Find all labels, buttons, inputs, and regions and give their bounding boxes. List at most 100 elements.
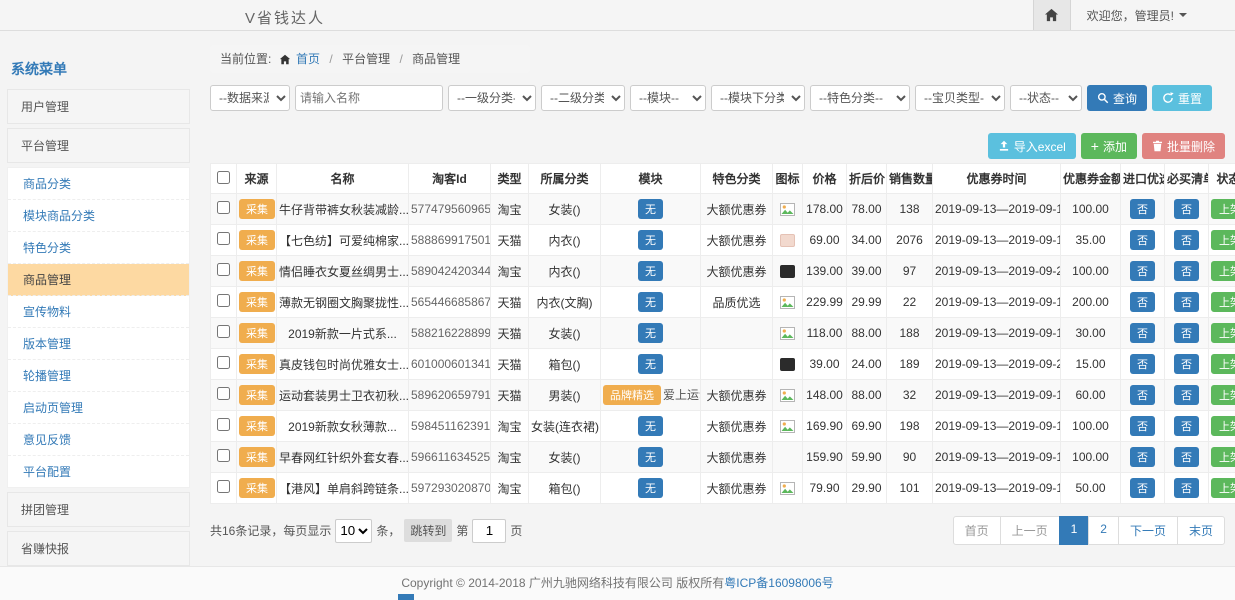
module-none-badge[interactable]: 无 — [638, 261, 663, 281]
status-badge[interactable]: 上架 — [1211, 447, 1235, 467]
must-buy-toggle-badge[interactable]: 否 — [1174, 199, 1199, 219]
search-button[interactable]: 查询 — [1087, 85, 1147, 111]
import-toggle-badge[interactable]: 否 — [1130, 199, 1155, 219]
sidebar-item-意见反馈[interactable]: 意见反馈 — [8, 424, 189, 456]
row-checkbox[interactable] — [217, 294, 230, 307]
page-button-2[interactable]: 2 — [1088, 516, 1119, 545]
module-none-badge[interactable]: 无 — [638, 323, 663, 343]
sidebar-item-特色分类[interactable]: 特色分类 — [8, 232, 189, 264]
row-checkbox[interactable] — [217, 263, 230, 276]
import-toggle-badge[interactable]: 否 — [1130, 416, 1155, 436]
must-buy-toggle-badge[interactable]: 否 — [1174, 478, 1199, 498]
data-source-select[interactable]: --数据来源-- — [210, 85, 290, 111]
import-toggle-badge[interactable]: 否 — [1130, 354, 1155, 374]
import-excel-button[interactable]: 导入excel — [988, 133, 1076, 159]
module-none-badge[interactable]: 无 — [638, 447, 663, 467]
sidebar-item-模块商品分类[interactable]: 模块商品分类 — [8, 200, 189, 232]
status-badge[interactable]: 上架 — [1211, 292, 1235, 312]
module-none-badge[interactable]: 无 — [638, 478, 663, 498]
status-badge[interactable]: 上架 — [1211, 323, 1235, 343]
jump-to-button[interactable]: 跳转到 — [404, 519, 452, 542]
import-toggle-badge[interactable]: 否 — [1130, 230, 1155, 250]
status-badge[interactable]: 上架 — [1211, 385, 1235, 405]
status-badge[interactable]: 上架 — [1211, 354, 1235, 374]
sidebar-item-平台配置[interactable]: 平台配置 — [8, 456, 189, 487]
sidebar-item-轮播管理[interactable]: 轮播管理 — [8, 360, 189, 392]
must-buy-toggle-badge[interactable]: 否 — [1174, 292, 1199, 312]
status-badge[interactable]: 上架 — [1211, 199, 1235, 219]
sidebar-group-平台管理[interactable]: 平台管理 — [7, 128, 190, 163]
item-type-select[interactable]: --宝贝类型-- — [915, 85, 1005, 111]
module-none-badge[interactable]: 无 — [638, 230, 663, 250]
row-checkbox[interactable] — [217, 418, 230, 431]
row-checkbox[interactable] — [217, 356, 230, 369]
sidebar-group-用户管理[interactable]: 用户管理 — [7, 89, 190, 124]
name-input[interactable] — [295, 85, 443, 111]
breadcrumb-home-link[interactable]: 首页 — [296, 52, 320, 66]
sidebar-title: 系统菜单 — [7, 55, 190, 89]
module-select[interactable]: --模块-- — [630, 85, 706, 111]
must-buy-toggle-badge[interactable]: 否 — [1174, 323, 1199, 343]
must-buy-cell: 否 — [1165, 318, 1209, 349]
status-badge[interactable]: 上架 — [1211, 261, 1235, 281]
per-page-select[interactable]: 10 — [335, 519, 372, 543]
module-badge[interactable]: 品牌精选 — [603, 385, 661, 405]
select-all-checkbox[interactable] — [217, 171, 230, 184]
import-toggle-badge[interactable]: 否 — [1130, 292, 1155, 312]
row-checkbox[interactable] — [217, 232, 230, 245]
status-badge[interactable]: 上架 — [1211, 416, 1235, 436]
level2-category-select[interactable]: --二级分类-- — [541, 85, 625, 111]
status-select[interactable]: --状态-- — [1010, 85, 1082, 111]
sidebar-item-宣传物料[interactable]: 宣传物料 — [8, 296, 189, 328]
coupon-time-cell: 2019-09-13—2019-09-17 — [933, 287, 1061, 318]
must-buy-toggle-badge[interactable]: 否 — [1174, 385, 1199, 405]
row-checkbox[interactable] — [217, 480, 230, 493]
sidebar-item-商品分类[interactable]: 商品分类 — [8, 168, 189, 200]
import-toggle-badge[interactable]: 否 — [1130, 478, 1155, 498]
sidebar-item-启动页管理[interactable]: 启动页管理 — [8, 392, 189, 424]
icp-link[interactable]: 粤ICP备16098006号 — [724, 576, 833, 590]
coupon-amount-cell: 50.00 — [1061, 473, 1121, 504]
source-cell: 采集 — [237, 473, 277, 504]
module-none-badge[interactable]: 无 — [638, 416, 663, 436]
sidebar-group-拼团管理[interactable]: 拼团管理 — [7, 492, 190, 527]
import-toggle-badge[interactable]: 否 — [1130, 385, 1155, 405]
must-buy-toggle-badge[interactable]: 否 — [1174, 261, 1199, 281]
user-menu[interactable]: 欢迎您，管理员! — [1087, 7, 1187, 24]
add-button[interactable]: + 添加 — [1081, 133, 1137, 159]
discount-price-cell: 78.00 — [847, 194, 887, 225]
page-button-1[interactable]: 1 — [1059, 516, 1090, 545]
page-button-下一页[interactable]: 下一页 — [1118, 516, 1178, 545]
import-toggle-badge[interactable]: 否 — [1130, 323, 1155, 343]
import-select-cell: 否 — [1121, 380, 1165, 411]
coupon-amount-cell: 30.00 — [1061, 318, 1121, 349]
must-buy-toggle-badge[interactable]: 否 — [1174, 416, 1199, 436]
level1-category-select[interactable]: --一级分类-- — [448, 85, 536, 111]
status-badge[interactable]: 上架 — [1211, 478, 1235, 498]
sidebar-item-商品管理[interactable]: 商品管理 — [8, 264, 189, 296]
feature-category-select[interactable]: --特色分类-- — [810, 85, 910, 111]
page-button-末页[interactable]: 末页 — [1177, 516, 1225, 545]
jump-page-input[interactable] — [472, 519, 506, 543]
row-checkbox[interactable] — [217, 387, 230, 400]
module-none-badge[interactable]: 无 — [638, 292, 663, 312]
sidebar-item-版本管理[interactable]: 版本管理 — [8, 328, 189, 360]
module-subcategory-select[interactable]: --模块下分类-- — [711, 85, 805, 111]
import-toggle-badge[interactable]: 否 — [1130, 447, 1155, 467]
reset-button[interactable]: 重置 — [1152, 85, 1212, 111]
category-cell: 箱包() — [529, 349, 601, 380]
must-buy-toggle-badge[interactable]: 否 — [1174, 230, 1199, 250]
must-buy-toggle-badge[interactable]: 否 — [1174, 447, 1199, 467]
row-checkbox[interactable] — [217, 201, 230, 214]
row-checkbox[interactable] — [217, 449, 230, 462]
row-checkbox[interactable] — [217, 325, 230, 338]
sales-cell: 90 — [887, 442, 933, 473]
sidebar-group-省赚快报[interactable]: 省赚快报 — [7, 531, 190, 566]
home-button[interactable] — [1033, 0, 1071, 30]
status-badge[interactable]: 上架 — [1211, 230, 1235, 250]
module-none-badge[interactable]: 无 — [638, 199, 663, 219]
module-none-badge[interactable]: 无 — [638, 354, 663, 374]
must-buy-toggle-badge[interactable]: 否 — [1174, 354, 1199, 374]
batch-delete-button[interactable]: 批量删除 — [1142, 133, 1225, 159]
import-toggle-badge[interactable]: 否 — [1130, 261, 1155, 281]
